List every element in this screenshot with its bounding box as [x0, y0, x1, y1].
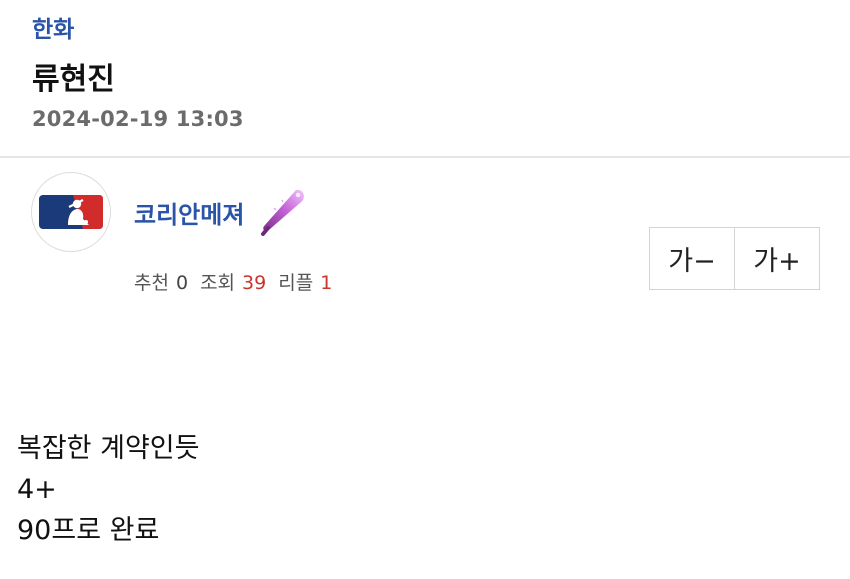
post-title: 류현진	[32, 62, 115, 97]
content-line: 복잡한 계약인듯	[17, 433, 200, 464]
font-increase-button[interactable]: 가+	[734, 228, 819, 289]
replies-label: 리플	[278, 272, 314, 294]
views-count: 39	[242, 272, 267, 294]
author-row: 코리안메져	[134, 186, 308, 238]
purple-bat-icon	[256, 186, 308, 238]
author-name[interactable]: 코리안메져	[134, 195, 244, 230]
header-divider	[0, 156, 850, 158]
post-stats: 추천 0 조회 39 리플 1	[134, 268, 344, 295]
avatar[interactable]	[31, 172, 111, 252]
post-content: 복잡한 계약인듯 4+ 90프로 완료	[17, 428, 199, 551]
replies-count: 1	[320, 272, 333, 294]
font-decrease-button[interactable]: 가−	[650, 228, 734, 289]
views-label: 조회	[200, 272, 236, 294]
post-category-link[interactable]: 한화	[32, 10, 74, 44]
mlb-logo-icon	[39, 195, 103, 229]
recommend-label: 추천	[134, 272, 169, 294]
recommend-count: 0	[175, 272, 189, 294]
font-size-controls: 가− 가+	[649, 227, 820, 290]
post-page: 한화 류현진 2024-02-19 13:03 코리안메져 추천 0 조회 39…	[0, 0, 850, 579]
content-line: 4+	[17, 474, 57, 505]
content-line: 90프로 완료	[17, 515, 160, 546]
post-datetime: 2024-02-19 13:03	[32, 107, 244, 131]
